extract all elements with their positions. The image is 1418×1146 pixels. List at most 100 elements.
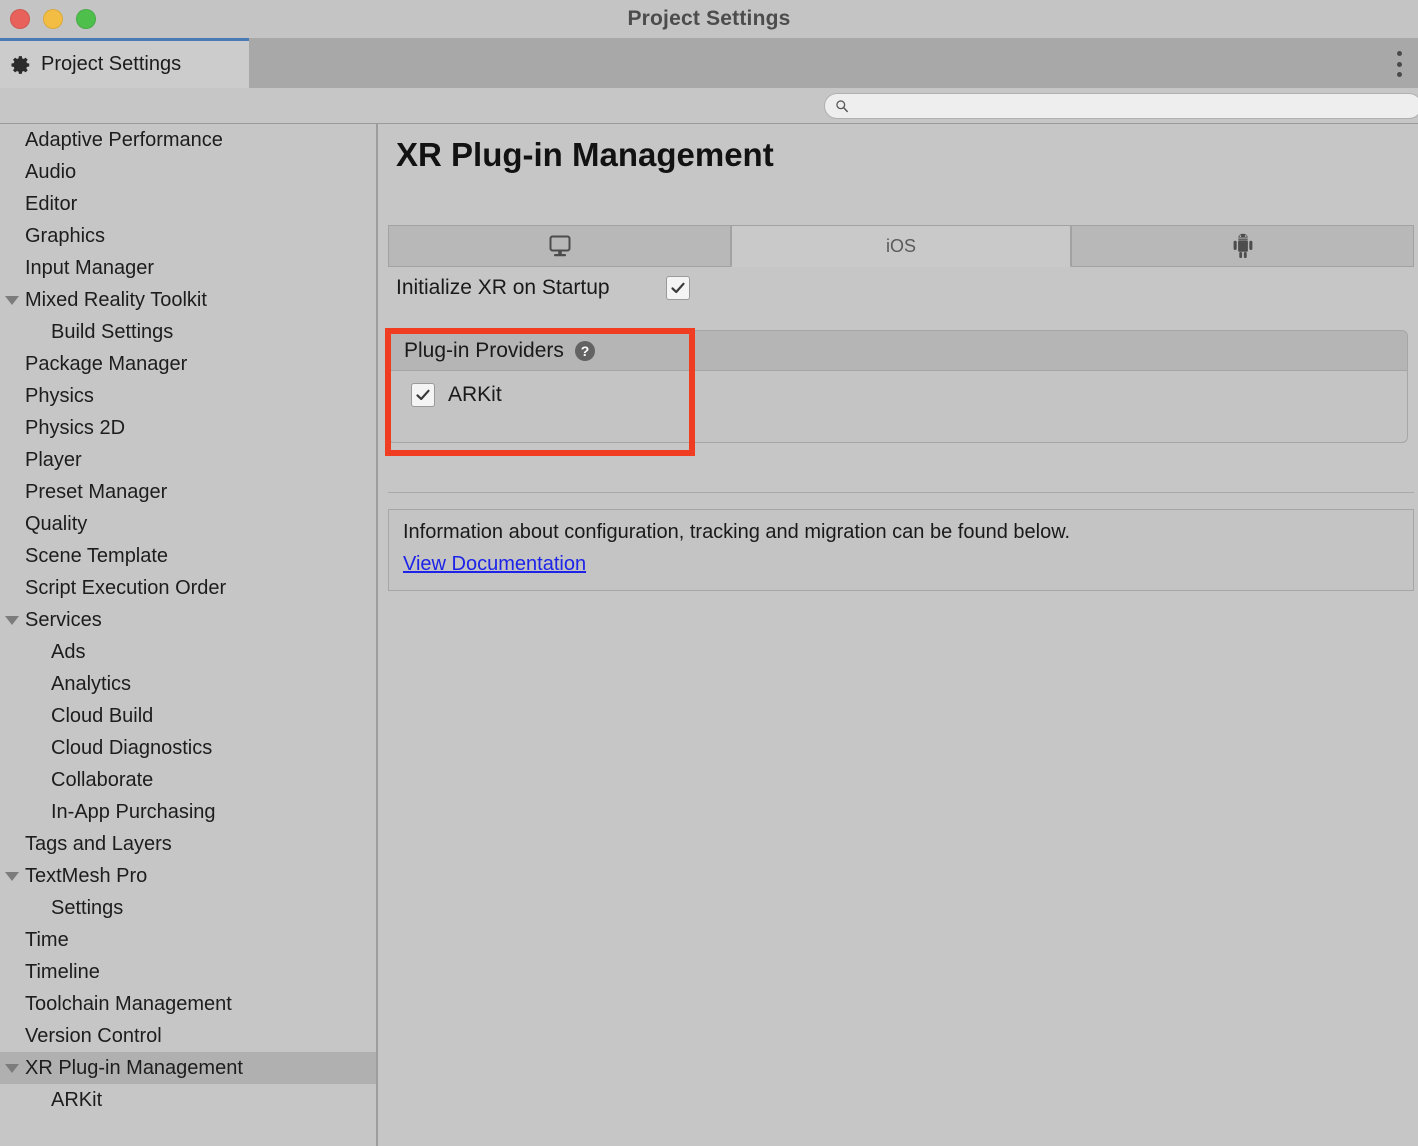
initialize-xr-checkbox[interactable]	[665, 276, 690, 300]
close-window-button[interactable]	[10, 9, 30, 29]
sidebar-item-label: Cloud Build	[51, 704, 154, 727]
sidebar-item-analytics[interactable]: Analytics	[0, 668, 376, 700]
kebab-dot	[1396, 61, 1402, 67]
search-row	[0, 88, 1418, 124]
section-divider	[388, 492, 1414, 493]
platform-tab-ios[interactable]: iOS	[731, 225, 1072, 267]
view-documentation-link[interactable]: View Documentation	[403, 553, 586, 575]
sidebar-item-label: Settings	[51, 896, 124, 919]
tab-project-settings-label: Project Settings	[41, 53, 182, 75]
sidebar-item-label: Timeline	[25, 960, 100, 983]
sidebar-item-toolchain-management[interactable]: Toolchain Management	[0, 988, 376, 1020]
window-titlebar: Project Settings	[0, 0, 1418, 38]
sidebar-item-mixed-reality-toolkit[interactable]: Mixed Reality Toolkit	[0, 284, 376, 316]
kebab-dot	[1396, 51, 1402, 56]
foldout-triangle-icon[interactable]	[5, 295, 19, 305]
maximize-window-button[interactable]	[76, 9, 96, 29]
kebab-dot	[1396, 72, 1402, 77]
sidebar-item-player[interactable]: Player	[0, 444, 376, 476]
sidebar-item-collaborate[interactable]: Collaborate	[0, 764, 376, 796]
sidebar-item-cloud-diagnostics[interactable]: Cloud Diagnostics	[0, 732, 376, 764]
arkit-checkbox[interactable]	[411, 383, 435, 407]
sidebar-item-audio[interactable]: Audio	[0, 156, 376, 188]
sidebar-item-editor[interactable]: Editor	[0, 188, 376, 220]
search-input[interactable]	[855, 98, 1395, 114]
initialize-xr-label: Initialize XR on Startup	[396, 276, 610, 299]
desktop-monitor-icon	[549, 235, 570, 257]
sidebar-item-settings[interactable]: Settings	[0, 892, 376, 924]
sidebar-item-services[interactable]: Services	[0, 604, 376, 636]
sidebar-item-package-manager[interactable]: Package Manager	[0, 348, 376, 380]
search-icon	[836, 100, 848, 113]
checkmark-icon	[416, 389, 430, 401]
sidebar-item-arkit[interactable]: ARKit	[0, 1084, 376, 1116]
sidebar-item-time[interactable]: Time	[0, 924, 376, 956]
search-field[interactable]	[824, 93, 1418, 119]
sidebar-item-label: Audio	[25, 160, 77, 183]
sidebar-item-label: Scene Template	[25, 544, 169, 567]
sidebar-item-scene-template[interactable]: Scene Template	[0, 540, 376, 572]
sidebar-item-timeline[interactable]: Timeline	[0, 956, 376, 988]
sidebar-item-cloud-build[interactable]: Cloud Build	[0, 700, 376, 732]
sidebar-item-label: Script Execution Order	[25, 576, 227, 599]
sidebar-item-label: Mixed Reality Toolkit	[25, 288, 207, 311]
sidebar-item-label: Cloud Diagnostics	[51, 736, 213, 759]
sidebar-item-in-app-purchasing[interactable]: In-App Purchasing	[0, 796, 376, 828]
svg-text:?: ?	[581, 343, 590, 359]
window-controls	[10, 0, 96, 38]
page-title: XR Plug-in Management	[396, 136, 774, 173]
checkmark-icon	[671, 282, 685, 294]
android-robot-icon	[1233, 233, 1252, 258]
sidebar-item-textmesh-pro[interactable]: TextMesh Pro	[0, 860, 376, 892]
sidebar-item-label: Ads	[51, 640, 86, 663]
sidebar-item-label: Quality	[25, 512, 88, 535]
sidebar-item-label: Player	[25, 448, 82, 471]
sidebar-item-label: ARKit	[51, 1088, 103, 1111]
platform-tab-android[interactable]	[1071, 225, 1415, 267]
documentation-info-text: Information about configuration, trackin…	[403, 521, 1071, 543]
sidebar-item-label: In-App Purchasing	[51, 800, 216, 823]
sidebar-item-ads[interactable]: Ads	[0, 636, 376, 668]
sidebar-item-xr-plug-in-management[interactable]: XR Plug-in Management	[0, 1052, 376, 1084]
foldout-triangle-icon[interactable]	[5, 871, 19, 881]
foldout-triangle-icon[interactable]	[5, 1063, 19, 1073]
settings-sidebar[interactable]: Adaptive Performance Audio Editor Graphics I…	[0, 124, 378, 1146]
kebab-menu-icon[interactable]	[1396, 51, 1402, 77]
tab-project-settings[interactable]: Project Settings	[0, 38, 249, 88]
plug-in-providers-box: Plug-in Providers ? ARKit	[388, 330, 1408, 443]
sidebar-item-label: Package Manager	[25, 352, 188, 375]
sidebar-item-label: Services	[25, 608, 102, 631]
minimize-window-button[interactable]	[43, 9, 63, 29]
sidebar-item-build-settings[interactable]: Build Settings	[0, 316, 376, 348]
sidebar-item-label: TextMesh Pro	[25, 864, 148, 887]
project-settings-window: Project Settings Project Settings Adapti…	[0, 0, 1418, 1146]
platform-tab-standalone[interactable]	[388, 225, 731, 267]
plug-in-providers-header: Plug-in Providers ?	[389, 331, 1407, 371]
sidebar-item-label: Version Control	[25, 1024, 162, 1047]
sidebar-item-preset-manager[interactable]: Preset Manager	[0, 476, 376, 508]
help-question-icon[interactable]: ?	[574, 340, 596, 362]
sidebar-item-script-execution-order[interactable]: Script Execution Order	[0, 572, 376, 604]
sidebar-item-label: Graphics	[25, 224, 106, 247]
sidebar-item-label: Toolchain Management	[25, 992, 232, 1015]
sidebar-item-tags-and-layers[interactable]: Tags and Layers	[0, 828, 376, 860]
sidebar-item-label: Tags and Layers	[25, 832, 172, 855]
settings-content-panel: XR Plug-in Management iOS Initialize XR …	[380, 124, 1418, 1146]
sidebar-item-label: Time	[25, 928, 69, 951]
platform-tab-bar[interactable]: iOS	[388, 225, 1415, 267]
sidebar-item-graphics[interactable]: Graphics	[0, 220, 376, 252]
sidebar-item-input-manager[interactable]: Input Manager	[0, 252, 376, 284]
sidebar-item-adaptive-performance[interactable]: Adaptive Performance	[0, 124, 376, 156]
sidebar-item-label: Preset Manager	[25, 480, 168, 503]
sidebar-item-label: XR Plug-in Management	[25, 1056, 243, 1079]
sidebar-item-physics[interactable]: Physics	[0, 380, 376, 412]
sidebar-item-physics-2d[interactable]: Physics 2D	[0, 412, 376, 444]
sidebar-item-version-control[interactable]: Version Control	[0, 1020, 376, 1052]
sidebar-item-label: Editor	[25, 192, 78, 215]
sidebar-item-quality[interactable]: Quality	[0, 508, 376, 540]
sidebar-item-label: Collaborate	[51, 768, 154, 791]
sidebar-item-label: Build Settings	[51, 320, 174, 343]
foldout-triangle-icon[interactable]	[5, 615, 19, 625]
sidebar-item-label: Physics 2D	[25, 416, 126, 439]
arkit-label: ARKit	[448, 383, 502, 406]
